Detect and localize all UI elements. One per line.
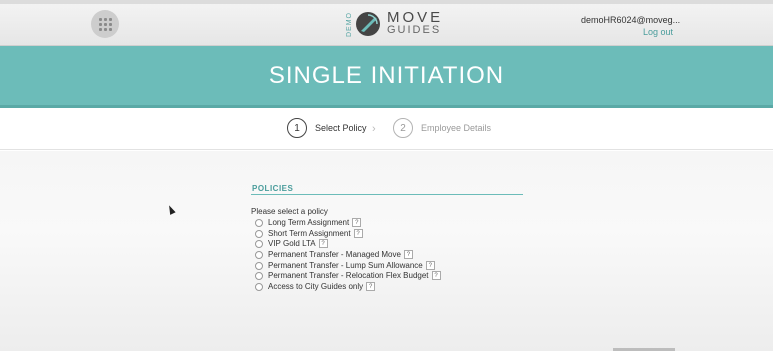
policy-option[interactable]: VIP Gold LTA ? [255,239,328,248]
policy-option[interactable]: Access to City Guides only ? [255,282,376,291]
help-icon[interactable]: ? [352,218,362,227]
logo-demo-text: DEMO [346,11,353,37]
policy-option-label[interactable]: Long Term Assignment [268,218,349,227]
radio-button[interactable] [255,282,263,291]
radio-button[interactable] [255,229,263,238]
policy-option-label[interactable]: Permanent Transfer - Managed Move [268,250,401,259]
logout-link[interactable]: Log out [643,27,673,37]
help-icon[interactable]: ? [366,282,376,291]
policy-prompt: Please select a policy [251,207,328,216]
step-2-label: Employee Details [421,123,492,133]
policy-option[interactable]: Short Term Assignment ? [255,229,363,238]
policy-option[interactable]: Permanent Transfer - Relocation Flex Bud… [255,271,441,280]
policy-option-label[interactable]: Permanent Transfer - Lump Sum Allowance [268,261,423,270]
help-icon[interactable]: ? [353,229,363,238]
logo-mark-icon [356,12,380,36]
grid-icon [98,17,112,31]
step-2-number: 2 [393,118,413,138]
step-2[interactable]: 2 Employee Details [393,118,491,138]
move-guides-logo[interactable]: DEMO MOVE GUIDES [346,9,443,39]
logo-line-2: GUIDES [387,24,442,36]
step-1-number: 1 [287,118,307,138]
main-content: POLICIES Please select a policy Long Ter… [0,151,773,351]
policy-option[interactable]: Permanent Transfer - Managed Move ? [255,250,413,259]
radio-button[interactable] [255,239,263,248]
page-title: SINGLE INITIATION [268,62,505,89]
radio-button[interactable] [255,218,263,227]
help-icon[interactable]: ? [425,261,435,270]
top-header: DEMO MOVE GUIDES demoHR6024@moveg... Log… [0,0,773,46]
user-email[interactable]: demoHR6024@moveg... [581,15,680,25]
policy-option-label[interactable]: VIP Gold LTA [268,239,316,248]
logo-line-1: MOVE [387,9,444,26]
policies-section-title: POLICIES [252,184,294,193]
help-icon[interactable]: ? [431,271,441,280]
policy-option-label[interactable]: Access to City Guides only [268,282,363,291]
logo-wordmark: MOVE GUIDES [387,9,444,36]
help-icon[interactable]: ? [318,239,328,248]
chevron-right-icon: › [372,123,376,135]
policy-option[interactable]: Permanent Transfer - Lump Sum Allowance … [255,261,435,270]
radio-button[interactable] [255,250,263,259]
section-divider [251,194,523,195]
step-indicator: 1 Select Policy › 2 Employee Details [0,110,773,150]
radio-button[interactable] [255,261,263,270]
policy-option-label[interactable]: Permanent Transfer - Relocation Flex Bud… [268,271,429,280]
policy-option-label[interactable]: Short Term Assignment [268,229,351,238]
step-1[interactable]: 1 Select Policy [287,118,367,138]
apps-menu-button[interactable] [91,10,119,38]
policy-option[interactable]: Long Term Assignment ? [255,218,362,227]
step-1-label: Select Policy [315,123,367,133]
browser-strip [0,0,773,4]
radio-button[interactable] [255,271,263,280]
help-icon[interactable]: ? [403,250,413,259]
